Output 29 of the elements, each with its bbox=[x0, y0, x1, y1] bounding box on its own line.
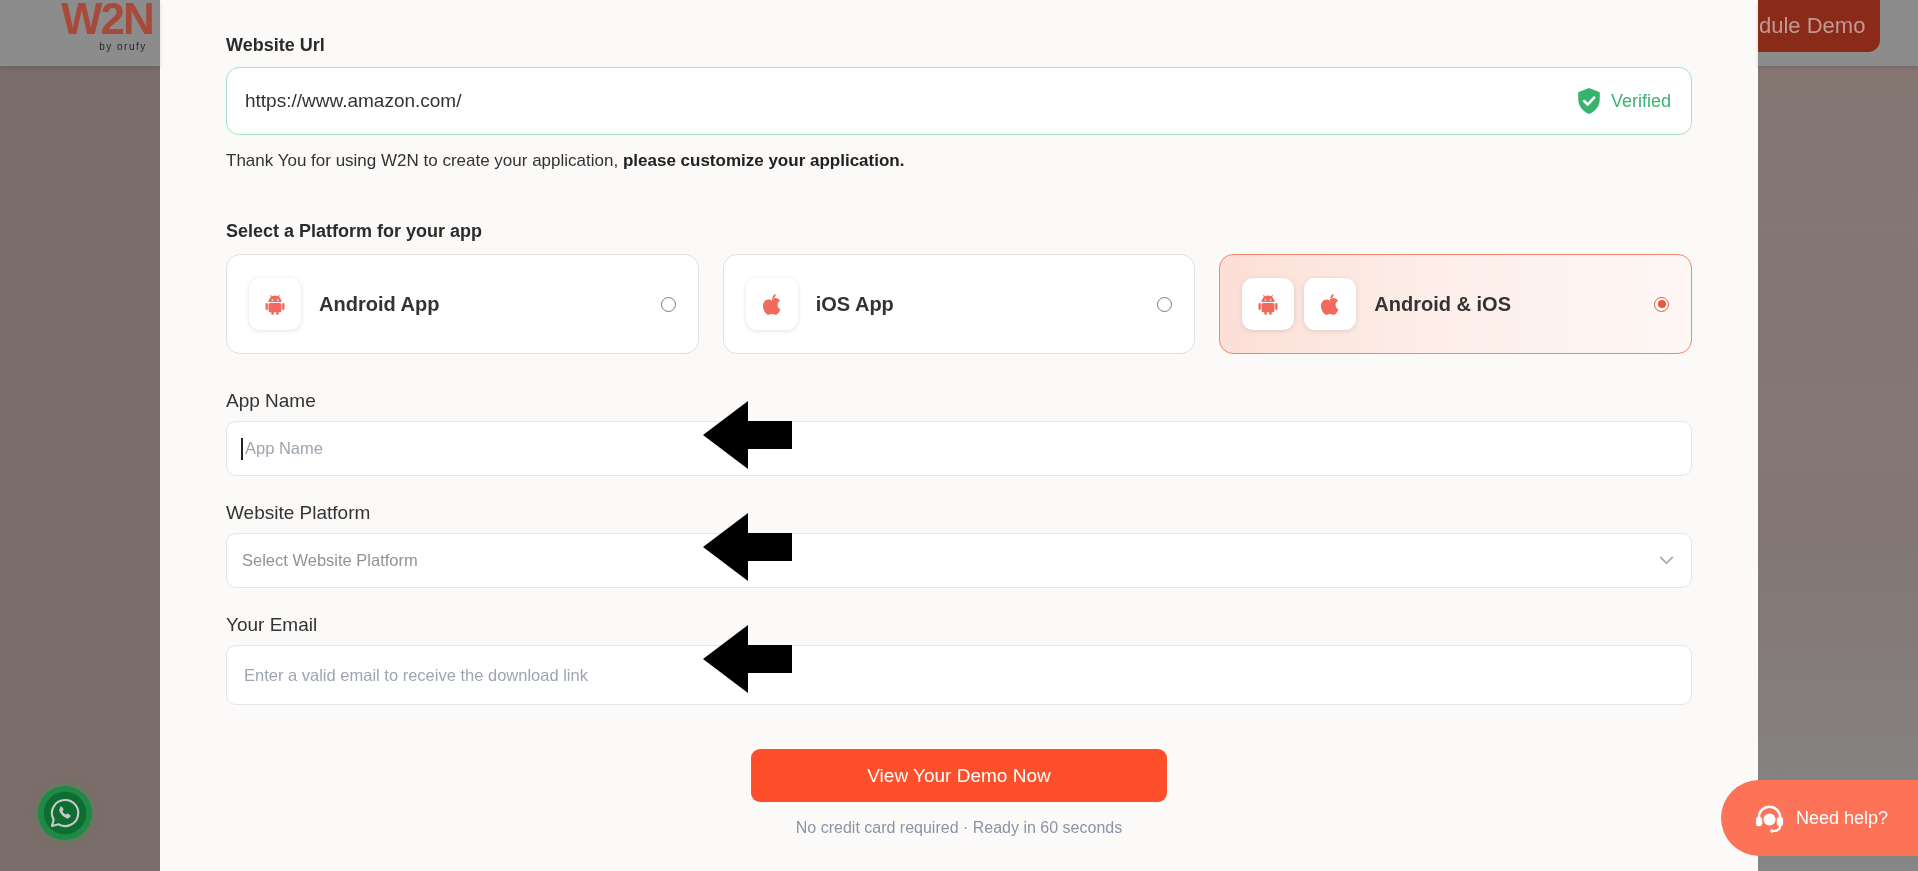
left-arrow-icon bbox=[703, 513, 792, 581]
radio-button[interactable] bbox=[1654, 296, 1669, 312]
shield-check-icon bbox=[1575, 87, 1602, 115]
field-label: Website Platform bbox=[226, 501, 372, 525]
url-input[interactable]: https://www.amazon.com/ bbox=[245, 86, 1564, 116]
platform-option[interactable]: Android & iOS bbox=[1219, 254, 1692, 354]
field-label: Your Email bbox=[226, 613, 319, 637]
apple-icon bbox=[745, 278, 798, 330]
left-arrow-icon bbox=[703, 401, 792, 469]
footnote-text: No credit card required · Ready in 60 seconds bbox=[795, 818, 1123, 838]
phone-chat-icon[interactable] bbox=[36, 784, 94, 842]
apple-icon bbox=[1304, 278, 1357, 330]
android-icon bbox=[249, 278, 301, 330]
email-input[interactable]: Enter a valid email to receive the download link bbox=[226, 645, 1692, 705]
radio-button[interactable] bbox=[660, 296, 676, 312]
platform-option[interactable]: Android App bbox=[226, 254, 699, 354]
logo-tagline: by orufy bbox=[99, 41, 148, 53]
chevron-down-icon bbox=[1659, 556, 1674, 565]
verified-status: Verified bbox=[1610, 90, 1671, 113]
left-arrow-icon bbox=[703, 625, 792, 693]
radio-button[interactable] bbox=[1157, 296, 1173, 312]
platform-option[interactable]: iOS App bbox=[722, 254, 1196, 354]
android-icon bbox=[1242, 278, 1295, 330]
field-label: App Name bbox=[226, 389, 317, 413]
text-input[interactable]: App Name bbox=[226, 421, 1692, 476]
intro-text: Thank You for using W2N to create your application, please customize your application. bbox=[226, 150, 906, 172]
url-field[interactable]: https://www.amazon.com/ Verified bbox=[226, 67, 1692, 135]
section-title: Select a Platform for your app bbox=[226, 220, 484, 243]
field-label: Website Url bbox=[226, 34, 326, 57]
